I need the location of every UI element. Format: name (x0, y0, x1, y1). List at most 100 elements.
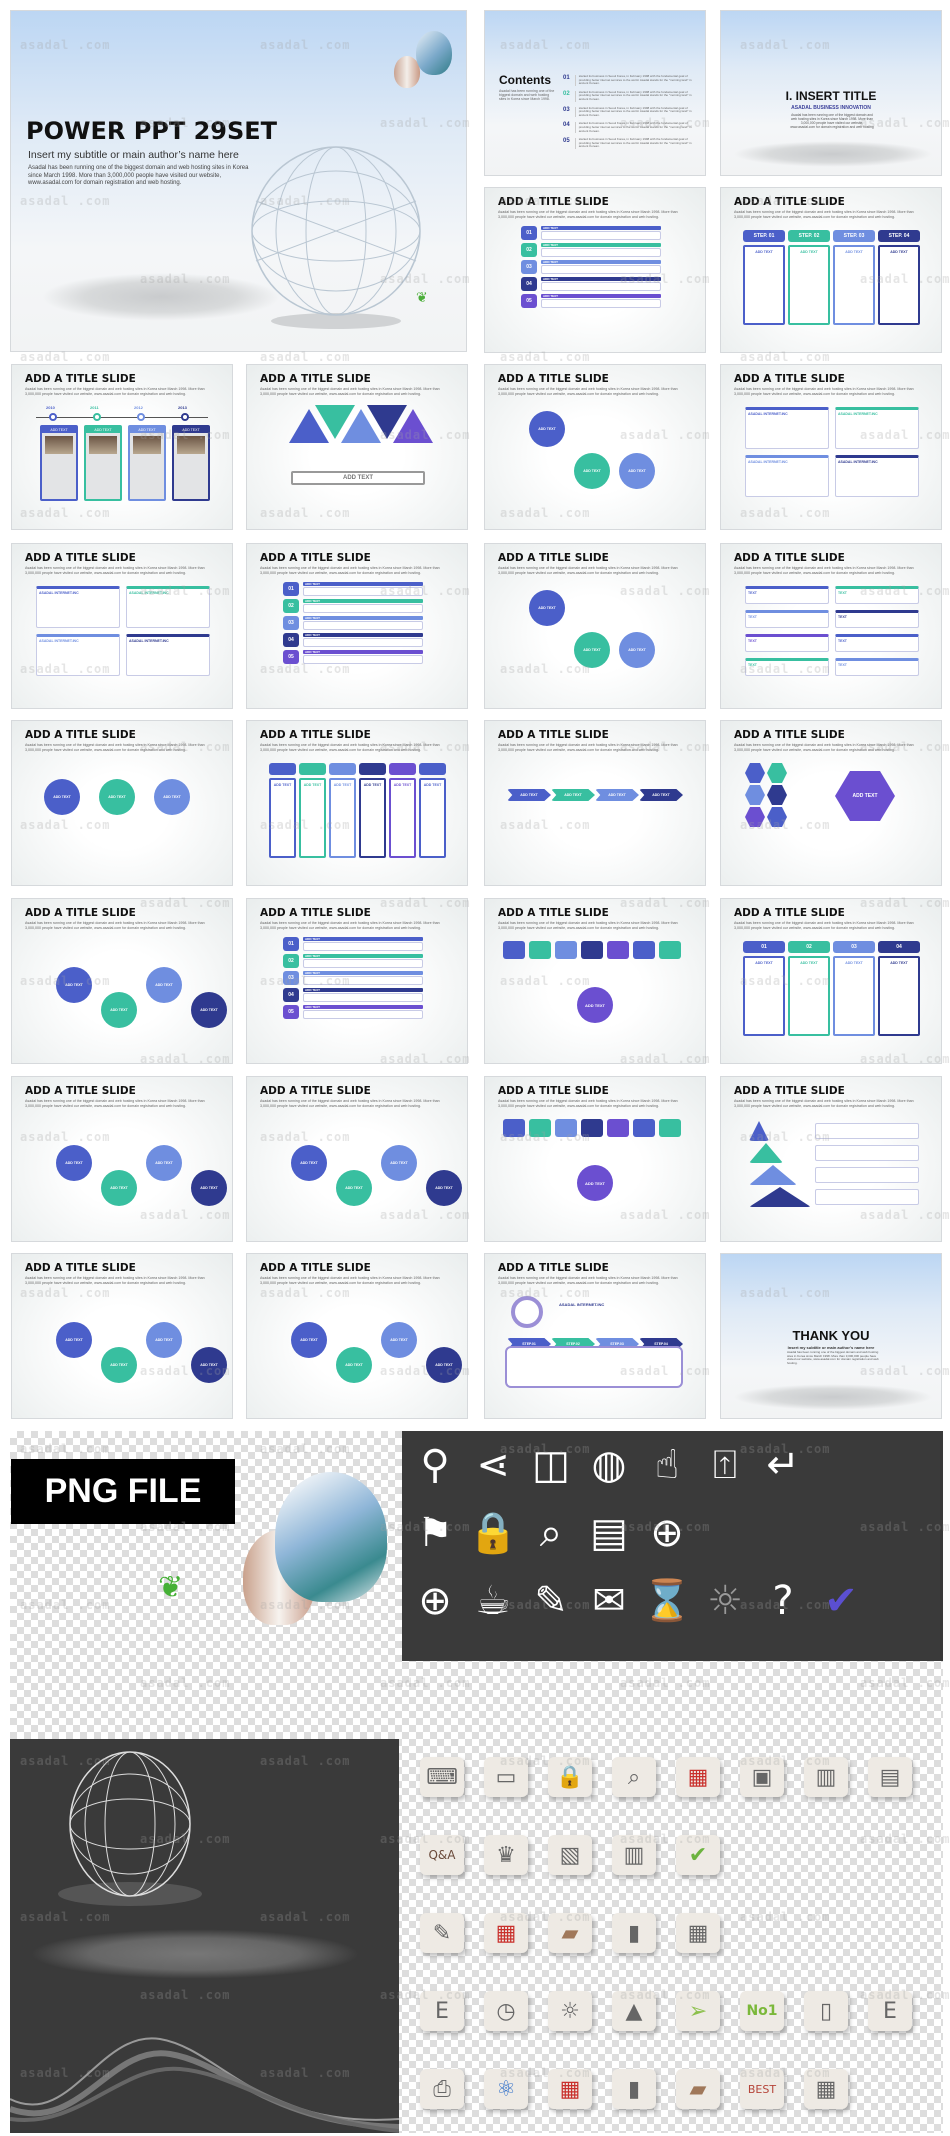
slide-thumbnail[interactable]: ADD A TITLE SLIDE Asadal has been running… (246, 543, 468, 709)
step-header: 03 (833, 941, 875, 953)
no1-icon: No1 (740, 1991, 784, 2031)
row-text-box (303, 655, 423, 664)
slide-thumbnail[interactable]: ADD A TITLE SLIDE Asadal has been running… (720, 720, 942, 886)
text-panel: ASADAL INTERNET.INC (36, 586, 120, 628)
step-header: 01 (743, 941, 785, 953)
timeline-card: ADD TEXT (40, 425, 78, 501)
contents-slide[interactable]: Contents Asadal has been running one of … (484, 10, 706, 176)
timeline-card: ADD TEXT (172, 425, 210, 501)
thank-you-slide[interactable]: THANK YOU Insert my subtitle or main aut… (720, 1253, 942, 1419)
slide-thumbnail[interactable]: ADD A TITLE SLIDE Asadal has been running… (720, 898, 942, 1064)
slide-thumbnail[interactable]: ADD A TITLE SLIDE Asadal has been running… (11, 1253, 233, 1419)
contents-item-text: started its business in Seoul Korea, in … (574, 106, 698, 118)
slide-thumbnail[interactable]: ADD A TITLE SLIDE Asadal has been running… (246, 1076, 468, 1242)
add-text-bar[interactable]: ADD TEXT (291, 471, 425, 485)
slide-thumbnail[interactable]: ADD A TITLE SLIDE Asadal has been running… (246, 720, 468, 886)
buildings-icon: ▮ (612, 1913, 656, 1953)
sprout: ❦ (416, 289, 428, 305)
slide-title: ADD A TITLE SLIDE (734, 907, 845, 919)
slide-thumbnail[interactable]: ADD A TITLE SLIDE Asadal has been running… (484, 1076, 706, 1242)
step-column: ADD TEXT (359, 778, 386, 858)
panel-label: ASADAL INTERNET.INC (838, 412, 878, 416)
calculator-icon: ▦ (676, 1913, 720, 1953)
step-column-label: ADD TEXT (845, 250, 863, 254)
cover-slide[interactable]: ❦ POWER PPT 29SET Insert my subtitle or … (10, 10, 467, 352)
slide-thumbnail[interactable]: ADD A TITLE SLIDE Asadal has been running… (484, 364, 706, 530)
slide-thumbnail[interactable]: ADD A TITLE SLIDE Asadal has been running… (484, 187, 706, 353)
books-icon: ▥ (804, 1757, 848, 1797)
slide-thumbnail[interactable]: ADD A TITLE SLIDE Asadal has been running… (246, 898, 468, 1064)
slide-thumbnail[interactable]: ADD A TITLE SLIDE Asadal has been running… (484, 720, 706, 886)
icon-tile (529, 1119, 551, 1137)
slide-thumbnail[interactable]: ADD A TITLE SLIDE Asadal has been running… (484, 1253, 706, 1419)
timeline-node (181, 413, 189, 421)
contents-item-number: 04 (563, 122, 570, 129)
step-column-label: ADD TEXT (845, 961, 863, 965)
contents-item[interactable]: 03 started its business in Seoul Korea, i… (563, 106, 698, 118)
contents-item[interactable]: 04 started its business in Seoul Korea, i… (563, 122, 698, 134)
slide-diagram: 01 ADD TEXT 02 ADD TEXT 03 ADD TEXT 04 ADD TEXT… (261, 937, 453, 1051)
slide-thumbnail[interactable]: ADD A TITLE SLIDE Asadal has been running… (720, 1076, 942, 1242)
step-column: ADD TEXT (788, 245, 830, 325)
row-header: ADD TEXT (303, 616, 423, 620)
contents-item[interactable]: 01 started its business in Seoul Korea, i… (563, 74, 698, 86)
slide-diagram: 2010 ADD TEXT 2011 ADD TEXT 2012 ADD TEXT 2013… (26, 403, 218, 517)
slide-thumbnail[interactable]: ADD A TITLE SLIDE Asadal has been running… (720, 187, 942, 353)
text-panel: TEXT (835, 610, 919, 628)
slide-thumbnail[interactable]: ADD A TITLE SLIDE Asadal has been running… (11, 720, 233, 886)
hexagon-cell (745, 785, 765, 805)
slide-thumbnail[interactable]: ADD A TITLE SLIDE Asadal has been running… (11, 1076, 233, 1242)
slide-thumbnail[interactable]: ADD A TITLE SLIDE Asadal has been running… (11, 364, 233, 530)
text-panel: ASADAL INTERNET.INC (745, 407, 829, 449)
slide-thumbnail[interactable]: ADD A TITLE SLIDE Asadal has been running… (484, 543, 706, 709)
step-column-label: ADD TEXT (755, 250, 773, 254)
slide-thumbnail[interactable]: ADD A TITLE SLIDE Asadal has been running… (246, 364, 468, 530)
qa-board-icon: Q&A (420, 1835, 464, 1875)
contents-item[interactable]: 05 started its business in Seoul Korea, i… (563, 137, 698, 149)
building-icon: ▯ (804, 1991, 848, 2031)
contents-item-text: started its business in Seoul Korea, in … (574, 74, 698, 86)
step-column: ADD TEXT (788, 956, 830, 1036)
text-panel: TEXT (835, 658, 919, 676)
slide-thumbnail[interactable]: ADD A TITLE SLIDE Asadal has been running… (720, 364, 942, 530)
icon-tile (581, 1119, 603, 1137)
panel-label: TEXT (748, 639, 757, 643)
contents-item-number: 01 (563, 75, 570, 81)
contents-item[interactable]: 02 started its business in Seoul Korea, i… (563, 90, 698, 102)
section-title: I. INSERT TITLE (785, 89, 877, 103)
slide-thumbnail[interactable]: ADD A TITLE SLIDE Asadal has been running… (720, 543, 942, 709)
pushpin-icon: ✎ (534, 1578, 568, 1624)
slide-diagram: STEP.01 STEP.02 STEP.03 STEP.04 ASADAL INTER… (499, 1292, 691, 1406)
step-column: ADD TEXT (743, 956, 785, 1036)
thankyou-body: Asadal has been running one of the bigge… (787, 1350, 879, 1366)
line-icons-panel: ⚲ ⋖ ◫ ◍ ☝ ⍐ ↵ ⚑ 🔒 ⌕ ▤ ⊕ ⊕ ☕ ✎ ✉ ⌛ ☼? ✔ (402, 1431, 943, 1661)
slide-description: Asadal has been running one of the bigge… (25, 387, 205, 396)
contents-item-number: 02 (563, 90, 570, 97)
step-column-label: ADD TEXT (273, 783, 292, 787)
row-text-box (541, 299, 661, 308)
timeline-year: 2011 (90, 405, 99, 410)
circle-node: ADD TEXT (291, 1322, 327, 1358)
checkmark-icon: ✔ (824, 1578, 858, 1624)
circle-node: ADD TEXT (336, 1170, 372, 1206)
slide-description: Asadal has been running one of the bigge… (498, 210, 678, 219)
slide-thumbnail[interactable]: ADD A TITLE SLIDE Asadal has been running… (11, 898, 233, 1064)
center-circle: ADD TEXT (577, 1165, 613, 1201)
step-header (329, 763, 356, 775)
slide-diagram: ADD TEXT ADD TEXT ADD TEXT ADD TEXT (261, 1115, 462, 1229)
slide-thumbnail[interactable]: ADD A TITLE SLIDE Asadal has been running… (484, 898, 706, 1064)
slide-thumbnail[interactable]: ADD A TITLE SLIDE Asadal has been running… (246, 1253, 468, 1419)
section-title-slide[interactable]: I. INSERT TITLE ASADAL BUSINESS INNOVATI… (720, 10, 942, 176)
chevron-step: ADD TEXT (507, 789, 551, 801)
slide-diagram: ADD TEXT (261, 403, 453, 517)
desk-icon: ▭ (484, 1757, 528, 1797)
slide-thumbnail[interactable]: ADD A TITLE SLIDE Asadal has been running… (11, 543, 233, 709)
chevron-step: ADD TEXT (551, 789, 595, 801)
circle-node: ADD TEXT (191, 1347, 227, 1383)
icon-tile (581, 941, 603, 959)
padlock-icon: 🔒 (548, 1757, 592, 1797)
row-number-badge: 05 (521, 294, 537, 308)
slide-diagram: ADD TEXT ADD TEXT ADD TEXT (499, 582, 691, 696)
slide-diagram: ADD TEXT (499, 937, 691, 1051)
chevron-step: ADD TEXT (639, 789, 683, 801)
